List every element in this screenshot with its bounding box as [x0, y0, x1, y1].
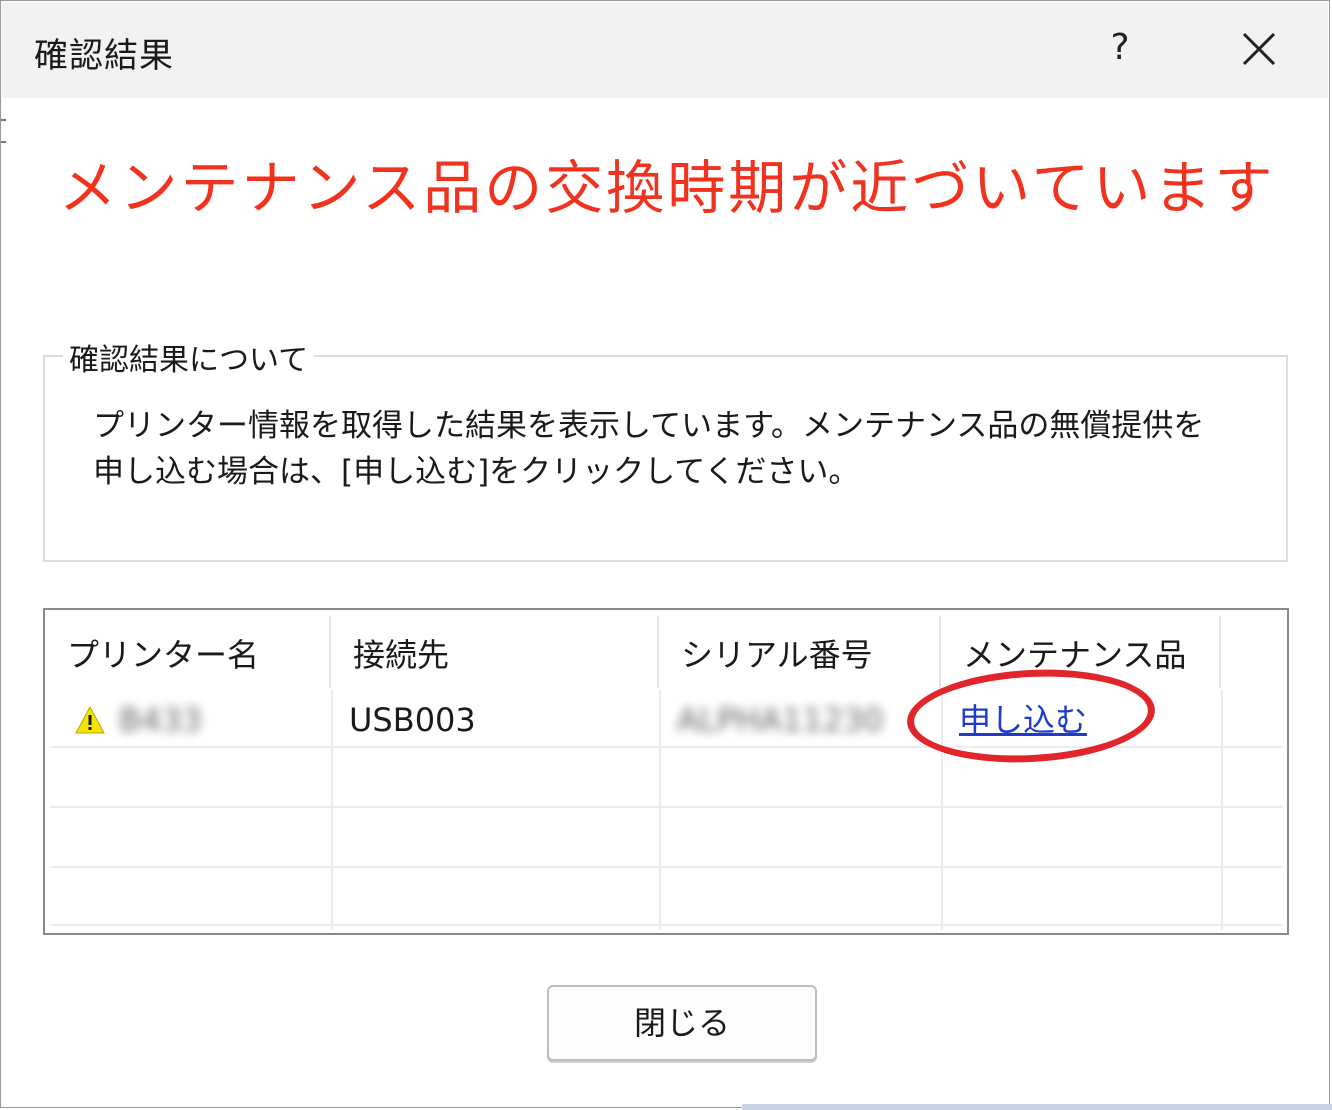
grid-line [331, 690, 333, 930]
warning-icon [75, 706, 105, 734]
window-close-button[interactable] [1222, 16, 1294, 80]
printer-name-cell[interactable]: B433 [119, 700, 202, 740]
grid-line [51, 806, 1283, 808]
background-window-edge [742, 1104, 1332, 1110]
info-description: プリンター情報を取得した結果を表示しています。メンテナンス品の無償提供を 申し込… [93, 403, 1263, 495]
grid-line [1221, 690, 1223, 930]
grid-line [51, 924, 1283, 926]
grid-line [659, 690, 661, 930]
headline-warning: メンテナンス品の交換時期が近づいています [58, 154, 1276, 222]
help-button[interactable]: ? [1090, 16, 1150, 80]
serial-number-cell[interactable]: ALPHA11230 [677, 700, 884, 740]
column-header-connection[interactable]: 接続先 [331, 610, 657, 682]
connection-cell[interactable]: USB003 [349, 700, 476, 740]
close-icon [1242, 32, 1276, 66]
info-line-1: プリンター情報を取得した結果を表示しています。メンテナンス品の無償提供を [93, 408, 1205, 444]
confirmation-dialog: 確認結果 ? メンテナンス品の交換時期が近づいています 確認結果について プリン… [0, 0, 1330, 1108]
column-separator[interactable] [1219, 616, 1221, 688]
column-header-printer-name[interactable]: プリンター名 [45, 610, 329, 682]
info-group-legend: 確認結果について [63, 335, 315, 379]
title-bar: 確認結果 ? [2, 2, 1328, 98]
grid-line [51, 866, 1283, 868]
info-line-2: 申し込む場合は、[申し込む]をクリックしてください。 [93, 454, 860, 490]
printer-list[interactable]: プリンター名 接続先 シリアル番号 メンテナンス品 B433 USB003 AL… [43, 608, 1289, 935]
info-groupbox: 確認結果について プリンター情報を取得した結果を表示しています。メンテナンス品の… [43, 335, 1288, 562]
window-title: 確認結果 [34, 36, 174, 76]
close-button[interactable]: 閉じる [547, 985, 817, 1061]
edge-marker [1, 119, 6, 143]
column-header-serial[interactable]: シリアル番号 [659, 610, 939, 682]
